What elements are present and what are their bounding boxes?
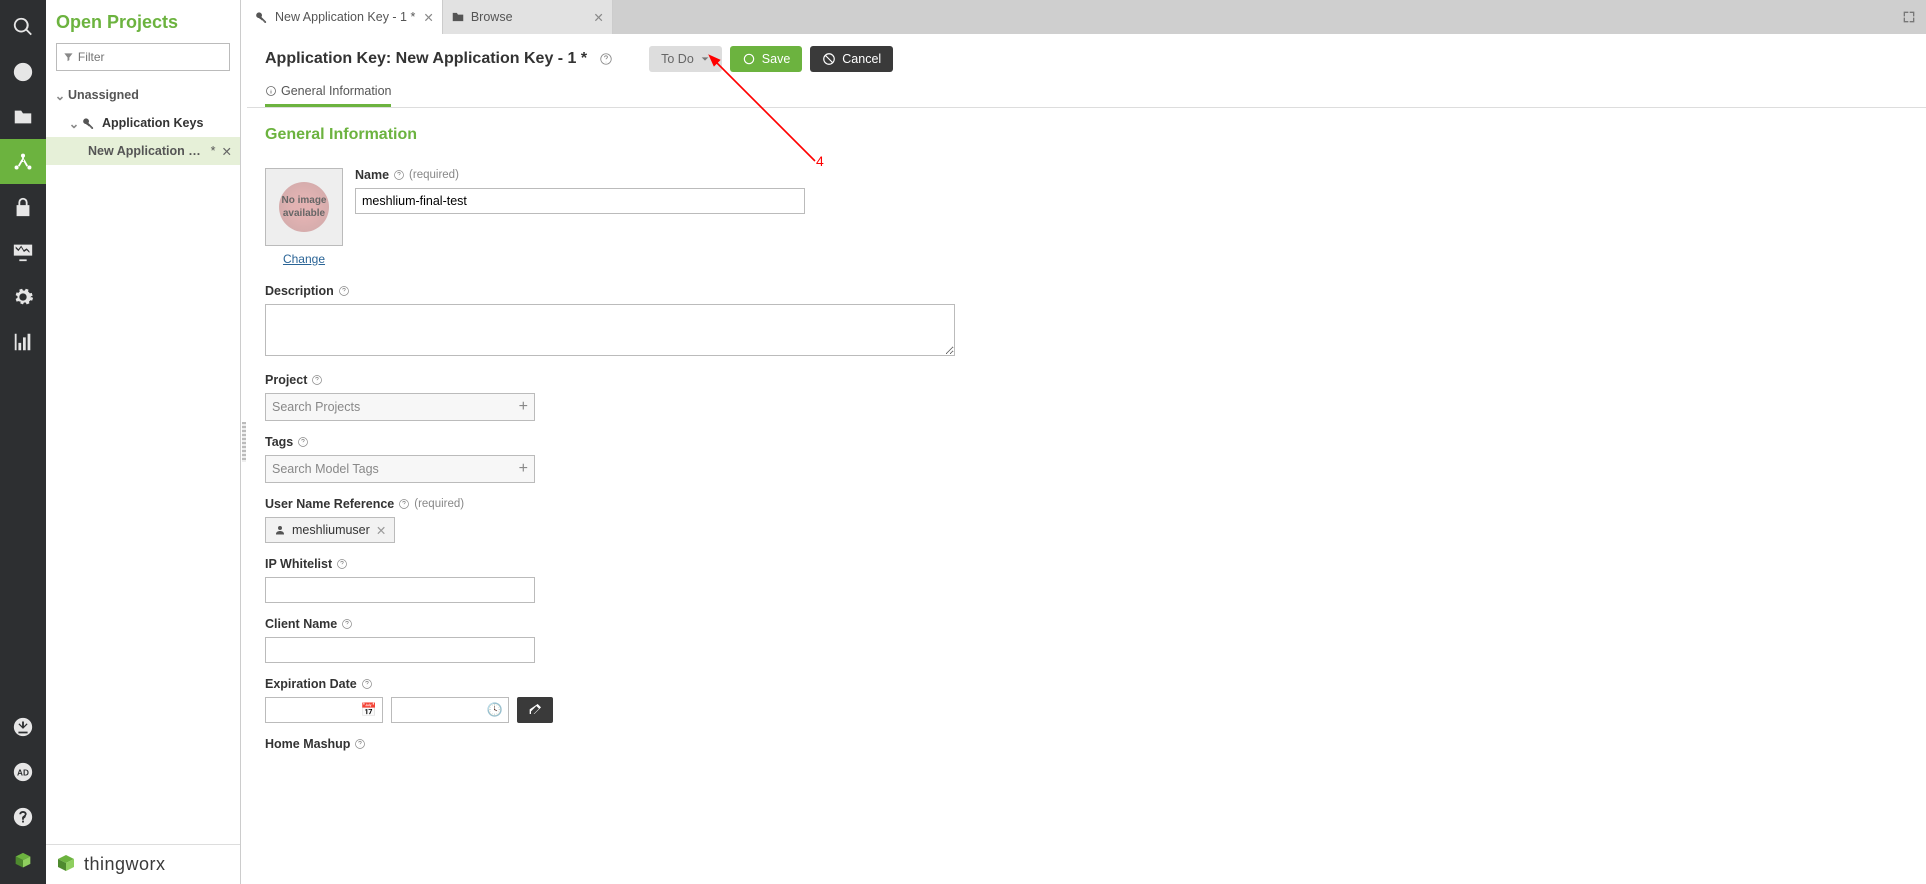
chevron-down-icon <box>700 54 710 64</box>
ipwhitelist-input[interactable] <box>265 577 535 603</box>
project-combo[interactable]: Search Projects + <box>265 393 535 421</box>
clientname-label: Client Name <box>265 617 337 631</box>
ipwhitelist-label: IP Whitelist <box>265 557 332 571</box>
section-title: General Information <box>265 126 1908 144</box>
tab-new-app-key[interactable]: New Application Key - 1 * ✕ <box>247 0 443 34</box>
expiration-label: Expiration Date <box>265 677 357 691</box>
description-textarea[interactable] <box>265 304 955 356</box>
calendar-icon[interactable]: 📅 <box>361 702 377 718</box>
main-area: New Application Key - 1 * ✕ Browse ✕ App… <box>247 0 1926 884</box>
rail-modeling-icon[interactable] <box>0 139 46 184</box>
tree-application-keys[interactable]: ⌄ Application Keys <box>46 109 240 137</box>
help-icon[interactable] <box>341 618 353 630</box>
user-icon <box>274 524 286 536</box>
svg-text:AD: AD <box>17 768 29 777</box>
change-image-link[interactable]: Change <box>265 252 343 266</box>
project-tree: ⌄ Unassigned ⌄ Application Keys New Appl… <box>46 81 240 165</box>
project-sidebar: Open Projects ⌄ Unassigned ⌄ Application… <box>46 0 241 884</box>
rail-help-icon[interactable] <box>0 794 46 839</box>
help-icon[interactable] <box>398 498 410 510</box>
userref-label: User Name Reference <box>265 497 394 511</box>
tab-browse[interactable]: Browse ✕ <box>443 0 613 34</box>
userref-chip[interactable]: meshliumuser ✕ <box>265 517 395 543</box>
expiration-time-input[interactable]: 🕓 <box>391 697 509 723</box>
thumbnail-block: No image available Change <box>265 168 343 266</box>
folder-icon <box>451 10 465 24</box>
todo-dropdown[interactable]: To Do <box>649 46 722 72</box>
page-title: Application Key: New Application Key - 1… <box>265 50 587 68</box>
clear-date-button[interactable] <box>517 697 553 723</box>
cancel-icon <box>822 52 836 66</box>
rail-gear-icon[interactable] <box>0 274 46 319</box>
rail-add-icon[interactable] <box>0 49 46 94</box>
thingworx-logo-icon <box>54 853 78 877</box>
help-icon[interactable] <box>338 285 350 297</box>
close-icon[interactable]: ✕ <box>415 10 433 25</box>
info-icon <box>265 85 277 97</box>
rail-ad-icon[interactable]: AD <box>0 749 46 794</box>
plus-icon[interactable]: + <box>519 460 528 478</box>
name-input[interactable] <box>355 188 805 214</box>
sidebar-footer: thingworx <box>46 844 240 884</box>
help-icon[interactable] <box>336 558 348 570</box>
description-label: Description <box>265 284 334 298</box>
tree-unassigned[interactable]: ⌄ Unassigned <box>46 81 240 109</box>
tree-item-new-app-key[interactable]: New Application Ke… * ✕ <box>46 137 240 165</box>
help-icon[interactable] <box>361 678 373 690</box>
rail-import-export-icon[interactable] <box>0 704 46 749</box>
key-icon <box>255 10 269 24</box>
help-icon[interactable] <box>297 436 309 448</box>
left-icon-rail: AD <box>0 0 46 884</box>
project-label: Project <box>265 373 307 387</box>
plus-icon[interactable]: + <box>519 398 528 416</box>
thumbnail-placeholder: No image available <box>265 168 343 246</box>
subtab-general-info[interactable]: General Information <box>265 84 391 107</box>
filter-input[interactable] <box>78 50 223 64</box>
close-icon[interactable]: ✕ <box>222 144 232 159</box>
tabstrip: New Application Key - 1 * ✕ Browse ✕ <box>247 0 1926 34</box>
chevron-down-icon: ⌄ <box>68 116 80 131</box>
content-area: General Information No image available C… <box>247 108 1926 884</box>
help-icon[interactable] <box>599 52 613 66</box>
rail-lock-icon[interactable] <box>0 184 46 229</box>
tags-combo[interactable]: Search Model Tags + <box>265 455 535 483</box>
clock-icon[interactable]: 🕓 <box>487 702 503 718</box>
expand-icon[interactable] <box>1892 0 1926 34</box>
filter-icon <box>63 51 74 63</box>
homemashup-label: Home Mashup <box>265 737 350 751</box>
circle-icon <box>742 52 756 66</box>
rail-search-icon[interactable] <box>0 4 46 49</box>
clientname-input[interactable] <box>265 637 535 663</box>
subtabs: General Information <box>247 72 1926 108</box>
brand-text: thingworx <box>84 854 166 875</box>
sidebar-title: Open Projects <box>46 0 240 43</box>
cancel-button[interactable]: Cancel <box>810 46 893 72</box>
page-toolbar: Application Key: New Application Key - 1… <box>247 34 1926 72</box>
rail-folder-icon[interactable] <box>0 94 46 139</box>
tags-label: Tags <box>265 435 293 449</box>
key-icon <box>82 116 96 130</box>
rail-brand-icon[interactable] <box>0 839 46 884</box>
help-icon[interactable] <box>354 738 366 750</box>
chevron-down-icon: ⌄ <box>54 88 66 103</box>
help-icon[interactable] <box>311 374 323 386</box>
rail-analytics-icon[interactable] <box>0 319 46 364</box>
help-icon[interactable] <box>393 169 405 181</box>
close-icon[interactable]: ✕ <box>585 10 603 25</box>
name-label: Name <box>355 168 389 182</box>
expiration-date-input[interactable]: 📅 <box>265 697 383 723</box>
filter-input-wrap[interactable] <box>56 43 230 71</box>
rail-monitor-icon[interactable] <box>0 229 46 274</box>
remove-icon[interactable]: ✕ <box>376 523 386 538</box>
save-button[interactable]: Save <box>730 46 803 72</box>
